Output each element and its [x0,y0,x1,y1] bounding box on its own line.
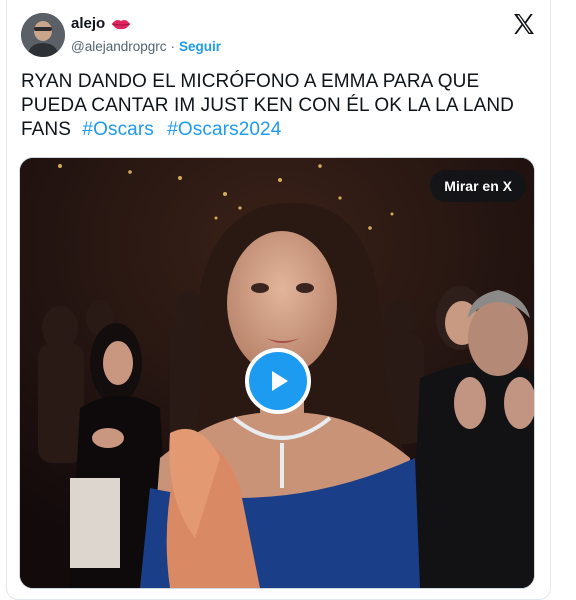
video-player[interactable]: Mirar en X [19,157,535,589]
author-name-row: alejo [71,15,131,32]
play-button[interactable] [245,348,311,414]
separator-dot: · [170,39,176,54]
avatar[interactable] [21,13,65,57]
tweet-text-line-2: PUEDA CANTAR IM JUST KEN CON ÉL OK LA LA… [21,95,515,116]
watch-on-x-button[interactable]: Mirar en X [430,170,526,202]
display-name[interactable]: alejo [71,15,105,32]
tweet-text-line-1: RYAN DANDO EL MICRÓFONO A EMMA PARA QUE [21,71,480,92]
tweet-text: RYAN DANDO EL MICRÓFONO A EMMA PARA QUE … [21,70,531,142]
hashtag-oscars2024[interactable]: #Oscars2024 [167,119,281,140]
tweet-text-line-3: FANS [21,119,72,140]
tweet-card[interactable]: alejo @alejandropgrc · Seguir RYAN DANDO… [6,0,551,600]
kiss-mark-icon [112,19,131,29]
author-handle-row: @alejandropgrc · Seguir [71,39,221,54]
x-logo-icon[interactable] [512,12,536,36]
play-icon [272,371,288,391]
author-handle[interactable]: @alejandropgrc [71,39,167,54]
hashtag-oscars[interactable]: #Oscars [82,119,153,140]
follow-button[interactable]: Seguir [179,39,221,54]
